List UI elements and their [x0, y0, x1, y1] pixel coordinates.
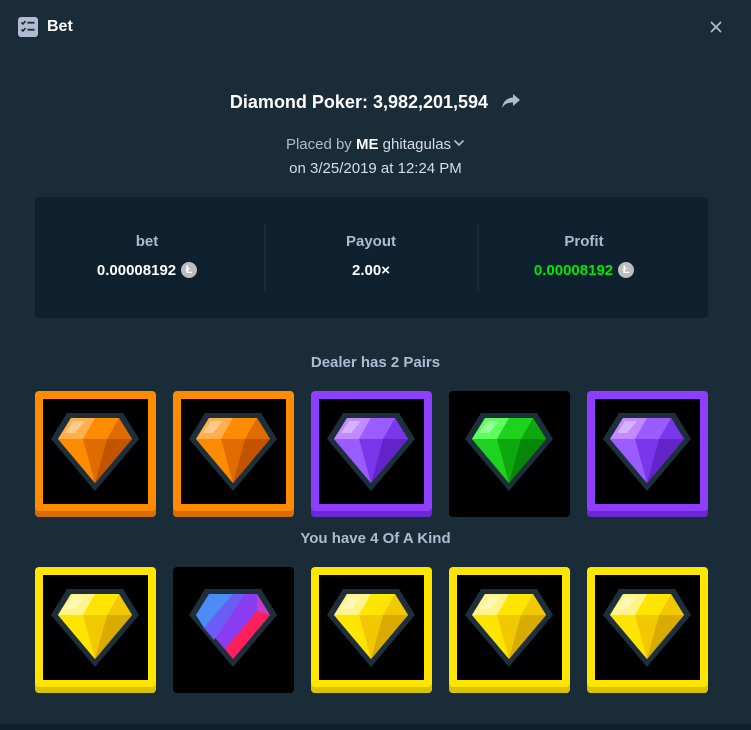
- bet-modal: Bet Diamond Poker: 3,982,201,594 Placed …: [0, 0, 751, 724]
- litecoin-icon: [181, 262, 198, 278]
- player-card: [587, 567, 708, 693]
- stat-payout: Payout 2.00×: [259, 197, 483, 318]
- yellow-gem-icon: [465, 589, 553, 667]
- bet-date: on 3/25/2019 at 12:24 PM: [289, 160, 462, 177]
- orange-gem-icon: [51, 413, 139, 491]
- modal-header: Bet: [0, 0, 751, 56]
- me-tag: ME: [355, 136, 379, 153]
- purple-gem-icon: [603, 413, 691, 491]
- game-title: Diamond Poker: 3,982,201,594: [0, 90, 751, 114]
- orange-gem-icon: [189, 413, 277, 491]
- litecoin-icon: [618, 262, 635, 278]
- yellow-gem-icon: [603, 589, 691, 667]
- bottom-strip: [0, 724, 751, 730]
- share-arrow-icon[interactable]: [501, 93, 521, 109]
- stat-bet-value: 0.00008192: [96, 262, 177, 279]
- stat-profit-label: Profit: [564, 233, 604, 250]
- game-title-text: Diamond Poker: 3,982,201,594: [229, 92, 489, 112]
- dealer-card: [311, 391, 432, 517]
- username-link[interactable]: ghitagulas: [383, 136, 451, 153]
- dealer-card: [587, 391, 708, 517]
- purple-gem-icon: [327, 413, 415, 491]
- green-gem-icon: [465, 413, 553, 491]
- stat-bet-label: bet: [135, 233, 159, 250]
- checklist-icon: [18, 17, 38, 37]
- stats-panel: bet 0.00008192 Payout 2.00× Profit 0.000…: [35, 197, 708, 318]
- stat-profit-value: 0.00008192: [533, 262, 614, 279]
- dealer-hand-label: Dealer has 2 Pairs: [310, 354, 441, 371]
- stat-payout-value: 2.00×: [352, 262, 390, 279]
- modal-title: Bet: [47, 18, 73, 35]
- placed-by-line: Placed by ME ghitagulas: [0, 134, 751, 156]
- chevron-down-icon[interactable]: [453, 138, 465, 148]
- player-card: [35, 567, 156, 693]
- stat-payout-label: Payout: [345, 233, 396, 250]
- stat-profit-value-row: 0.00008192: [472, 261, 696, 281]
- stat-profit: Profit 0.00008192: [472, 197, 696, 318]
- player-card: [449, 567, 570, 693]
- yellow-gem-icon: [51, 589, 139, 667]
- stat-bet-value-row: 0.00008192: [35, 261, 259, 281]
- player-hand-label: You have 4 Of A Kind: [300, 530, 451, 547]
- dealer-card: [173, 391, 294, 517]
- close-icon[interactable]: [707, 18, 725, 36]
- stat-bet: bet 0.00008192: [35, 197, 259, 318]
- multicolor-gem-icon: [189, 589, 277, 667]
- dealer-card: [35, 391, 156, 517]
- placed-by-prefix: Placed by: [285, 136, 352, 153]
- player-card: [311, 567, 432, 693]
- player-card: [173, 567, 294, 693]
- dealer-card: [449, 391, 570, 517]
- yellow-gem-icon: [327, 589, 415, 667]
